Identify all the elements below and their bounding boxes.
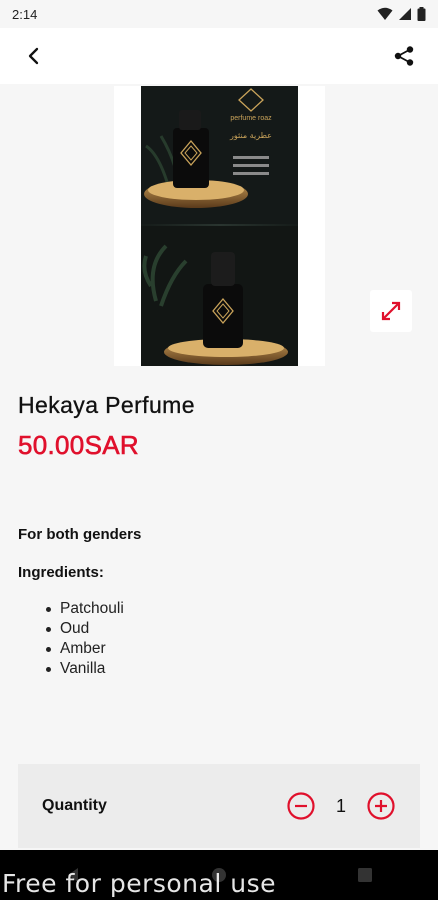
bullet-icon xyxy=(46,606,51,612)
image-arabic-text: عطرية منثور xyxy=(229,131,272,140)
quantity-label: Quantity xyxy=(42,797,107,814)
quantity-stepper: 1 xyxy=(286,791,396,821)
share-button[interactable] xyxy=(386,38,422,74)
product-price: 50.00SAR xyxy=(18,430,139,461)
list-item: Patchouli xyxy=(46,599,124,619)
nav-recents-icon[interactable] xyxy=(357,867,373,883)
product-description: For both genders xyxy=(18,526,142,543)
decrement-button[interactable] xyxy=(286,791,316,821)
status-icons xyxy=(377,7,426,21)
bullet-icon xyxy=(46,646,51,652)
battery-icon xyxy=(417,7,426,21)
bullet-icon xyxy=(46,666,51,672)
list-item: Amber xyxy=(46,639,124,659)
list-item: Oud xyxy=(46,619,124,639)
product-image[interactable]: perfume roaz عطرية منثور xyxy=(114,86,325,366)
back-arrow-icon xyxy=(28,47,39,65)
ingredients-label: Ingredients: xyxy=(18,564,104,581)
list-item: Vanilla xyxy=(46,659,124,679)
signal-icon xyxy=(399,8,411,20)
expand-image-button[interactable] xyxy=(370,290,412,332)
status-bar: 2:14 xyxy=(0,0,438,28)
app-bar xyxy=(0,28,438,84)
status-time: 2:14 xyxy=(12,6,38,22)
increment-button[interactable] xyxy=(366,791,396,821)
watermark: Free for personal use xyxy=(2,869,276,898)
ingredients-list: Patchouli Oud Amber Vanilla xyxy=(46,599,124,679)
image-brand-text: perfume roaz xyxy=(230,115,272,122)
product-photo: perfume roaz عطرية منثور xyxy=(141,86,298,366)
back-button[interactable] xyxy=(16,38,52,74)
bullet-icon xyxy=(46,626,51,632)
product-title: Hekaya Perfume xyxy=(18,392,195,418)
quantity-bar: Quantity 1 xyxy=(18,764,420,848)
share-icon xyxy=(394,46,414,66)
product-image-area: perfume roaz عطرية منثور xyxy=(0,86,438,366)
quantity-value: 1 xyxy=(335,795,346,816)
wifi-icon xyxy=(377,7,393,20)
expand-icon xyxy=(381,301,401,321)
